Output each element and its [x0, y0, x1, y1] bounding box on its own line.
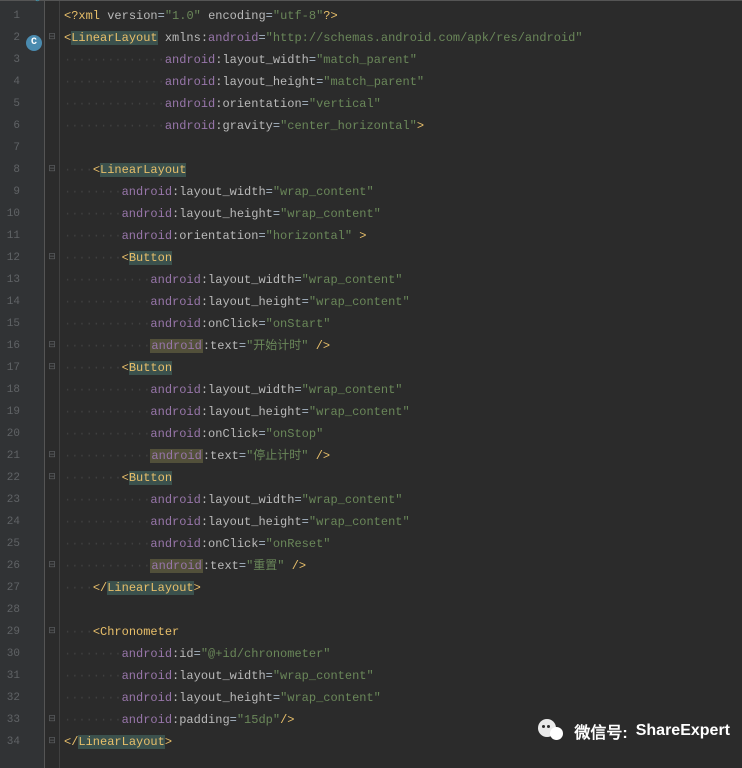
code-line[interactable]: ····</LinearLayout> — [60, 577, 742, 599]
line-number[interactable]: 18 — [0, 379, 24, 401]
line-number[interactable]: 28 — [0, 599, 24, 621]
fold-column[interactable]: ⊟ ⊟ ⊟ ⊟ ⊟ ⊟ ⊟ ⊟ ⊟ ⊟ ⊟ — [45, 1, 60, 768]
fold-toggle-icon[interactable]: ⊟ — [47, 714, 57, 724]
line-number[interactable]: 27 — [0, 577, 24, 599]
line-number[interactable]: 4 — [0, 71, 24, 93]
fold-toggle-icon[interactable]: ⊟ — [47, 362, 57, 372]
code-line[interactable]: <LinearLayout xmlns:android="http://sche… — [60, 27, 742, 49]
line-number[interactable]: 33 — [0, 709, 24, 731]
code-line[interactable]: ········<Button — [60, 467, 742, 489]
line-number[interactable]: 17 — [0, 357, 24, 379]
wechat-icon — [538, 719, 566, 743]
line-number[interactable]: 1 — [0, 5, 24, 27]
line-number[interactable]: 20 — [0, 423, 24, 445]
line-number[interactable]: 34 — [0, 731, 24, 753]
code-line[interactable]: ········android:id="@+id/chronometer" — [60, 643, 742, 665]
line-number[interactable]: 14 — [0, 291, 24, 313]
code-line[interactable]: ············android:onClick="onStop" — [60, 423, 742, 445]
watermark-id: ShareExpert — [636, 722, 730, 740]
code-line[interactable]: ············android:layout_width="wrap_c… — [60, 379, 742, 401]
code-text-area[interactable]: <?xml version="1.0" encoding="utf-8"?><L… — [60, 1, 742, 768]
code-line[interactable]: ············android:layout_height="wrap_… — [60, 511, 742, 533]
watermark: 微信号: ShareExpert — [538, 719, 730, 743]
code-line[interactable]: ········<Button — [60, 247, 742, 269]
code-line[interactable]: ········android:layout_height="wrap_cont… — [60, 203, 742, 225]
code-line[interactable]: ··············android:layout_width="matc… — [60, 49, 742, 71]
line-number[interactable]: 3 — [0, 49, 24, 71]
code-line[interactable]: ····<LinearLayout — [60, 159, 742, 181]
line-number[interactable]: 9 — [0, 181, 24, 203]
line-number[interactable]: 19 — [0, 401, 24, 423]
line-number[interactable]: 30 — [0, 643, 24, 665]
line-number[interactable]: 23 — [0, 489, 24, 511]
watermark-label: 微信号: — [574, 719, 627, 743]
fold-toggle-icon[interactable]: ⊟ — [47, 560, 57, 570]
code-line[interactable]: ············android:layout_width="wrap_c… — [60, 489, 742, 511]
code-line[interactable]: ············android:text="停止计时" /> — [60, 445, 742, 467]
line-number[interactable]: 12 — [0, 247, 24, 269]
code-line[interactable]: <?xml version="1.0" encoding="utf-8"?> — [60, 5, 742, 27]
fold-toggle-icon[interactable]: ⊟ — [47, 736, 57, 746]
fold-toggle-icon[interactable]: ⊟ — [47, 626, 57, 636]
line-number[interactable]: 10 — [0, 203, 24, 225]
code-line[interactable]: ········android:layout_width="wrap_conte… — [60, 181, 742, 203]
code-line[interactable]: ············android:onClick="onStart" — [60, 313, 742, 335]
line-number[interactable]: 7 — [0, 137, 24, 159]
code-line[interactable] — [60, 137, 742, 159]
line-number[interactable]: 26 — [0, 555, 24, 577]
fold-toggle-icon[interactable]: ⊟ — [47, 32, 57, 42]
line-number[interactable]: 5 — [0, 93, 24, 115]
code-line[interactable] — [60, 599, 742, 621]
code-line[interactable]: ··············android:orientation="verti… — [60, 93, 742, 115]
code-line[interactable]: ····<Chronometer — [60, 621, 742, 643]
annotation-column: C — [24, 1, 45, 768]
line-number[interactable]: 15 — [0, 313, 24, 335]
code-line[interactable]: ············android:layout_height="wrap_… — [60, 401, 742, 423]
intention-bulb-icon[interactable]: 💡 — [30, 0, 45, 3]
code-line[interactable]: ············android:text="重置" /> — [60, 555, 742, 577]
code-line[interactable]: ········android:layout_height="wrap_cont… — [60, 687, 742, 709]
code-line[interactable]: ········android:orientation="horizontal"… — [60, 225, 742, 247]
fold-toggle-icon[interactable]: ⊟ — [47, 450, 57, 460]
code-line[interactable]: ············android:layout_width="wrap_c… — [60, 269, 742, 291]
line-number[interactable]: 22 — [0, 467, 24, 489]
line-number[interactable]: 8 — [0, 159, 24, 181]
fold-toggle-icon[interactable]: ⊟ — [47, 472, 57, 482]
class-gutter-icon[interactable]: C — [26, 35, 42, 51]
fold-toggle-icon[interactable]: ⊟ — [47, 164, 57, 174]
line-number[interactable]: 32 — [0, 687, 24, 709]
code-line[interactable]: ········android:layout_width="wrap_conte… — [60, 665, 742, 687]
code-line[interactable]: ············android:text="开始计时" /> — [60, 335, 742, 357]
code-editor: 1234567891011121314151617181920212223242… — [0, 0, 742, 768]
code-line[interactable]: ··············android:layout_height="mat… — [60, 71, 742, 93]
line-number[interactable]: 21 — [0, 445, 24, 467]
line-number[interactable]: 31 — [0, 665, 24, 687]
code-line[interactable]: ············android:onClick="onReset" — [60, 533, 742, 555]
line-number[interactable]: 11 — [0, 225, 24, 247]
line-number-gutter[interactable]: 1234567891011121314151617181920212223242… — [0, 1, 24, 768]
code-line[interactable]: ········<Button — [60, 357, 742, 379]
line-number[interactable]: 6 — [0, 115, 24, 137]
line-number[interactable]: 24 — [0, 511, 24, 533]
fold-toggle-icon[interactable]: ⊟ — [47, 340, 57, 350]
line-number[interactable]: 25 — [0, 533, 24, 555]
code-line[interactable]: ············android:layout_height="wrap_… — [60, 291, 742, 313]
line-number[interactable]: 2 — [0, 27, 24, 49]
line-number[interactable]: 29 — [0, 621, 24, 643]
fold-toggle-icon[interactable]: ⊟ — [47, 252, 57, 262]
line-number[interactable]: 13 — [0, 269, 24, 291]
line-number[interactable]: 16 — [0, 335, 24, 357]
code-line[interactable]: ··············android:gravity="center_ho… — [60, 115, 742, 137]
